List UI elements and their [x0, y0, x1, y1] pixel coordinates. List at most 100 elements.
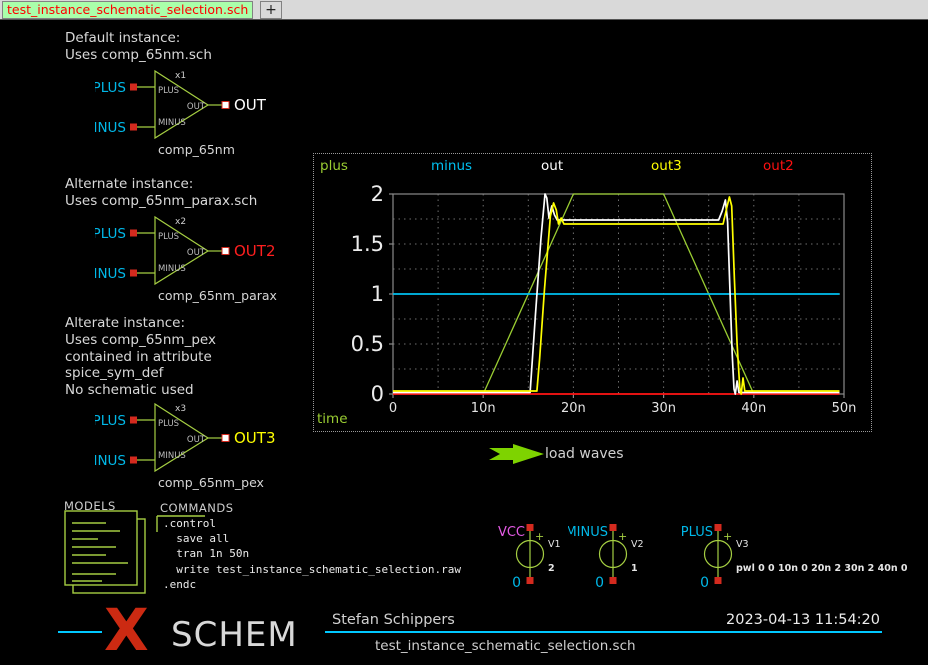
vsource-v3[interactable]: + PLUS V3 pwl 0 0 10n 0 20n 2 30n 2 40n 0 0: [673, 520, 923, 590]
pin-name-plus: PLUS: [158, 419, 179, 429]
text-line: Uses comp_65nm_pex: [65, 332, 216, 349]
xschem-window: test_instance_schematic_selection.sch + …: [0, 0, 928, 665]
instance-1-title: Default instance:Uses comp_65nm.sch: [65, 30, 212, 64]
source-ref: V2: [631, 539, 644, 550]
gnd-pin: [527, 577, 534, 584]
legend-item-out2[interactable]: out2: [763, 158, 794, 174]
y-tick-label: 1.5: [351, 232, 384, 256]
gnd-pin: [610, 577, 617, 584]
minus-pin: [130, 124, 137, 131]
source-net-label: MINUS: [568, 525, 608, 540]
x-tick-label: 10n: [471, 401, 496, 416]
y-tick-label: 0.5: [351, 332, 384, 356]
top-pin: [715, 524, 722, 531]
text-line: Default instance:: [65, 30, 212, 47]
plus-pin: [130, 230, 137, 237]
new-tab-button[interactable]: +: [260, 1, 282, 19]
tab-bar: test_instance_schematic_selection.sch +: [0, 0, 928, 20]
source-ref: V1: [548, 539, 561, 550]
symbol-name: comp_65nm_parax: [158, 288, 277, 303]
pin-name-out: OUT: [187, 102, 206, 112]
load-waves-launcher[interactable]: load waves: [545, 446, 624, 462]
symbol-name: comp_65nm_pex: [158, 475, 264, 490]
instance-ref: x1: [175, 71, 186, 81]
source-net-label: PLUS: [681, 525, 713, 540]
plus-sign: +: [535, 530, 544, 543]
net-label-plus: PLUS: [95, 80, 126, 96]
out-pin: [222, 102, 229, 109]
text-line: Alterate instance:: [65, 315, 216, 332]
minus-pin: [130, 270, 137, 277]
arrow-head: [513, 444, 544, 464]
tab-current-schematic[interactable]: test_instance_schematic_selection.sch: [2, 1, 253, 19]
out-pin: [222, 248, 229, 255]
author-name: Stefan Schippers: [332, 612, 455, 628]
instance-ref: x3: [175, 404, 186, 414]
net-label-out: OUT2: [234, 242, 276, 260]
titleblock-underline: [325, 631, 882, 633]
y-tick-label: 2: [371, 182, 384, 206]
net-label-plus: PLUS: [95, 413, 126, 429]
xschem-logo-x: X: [104, 601, 149, 659]
text-line: spice_sym_def: [65, 365, 216, 382]
net-label-minus: MINUS: [95, 453, 126, 469]
xschem-logo-text: SCHEM: [171, 618, 298, 652]
pin-name-plus: PLUS: [158, 86, 179, 96]
plus-sign: +: [618, 530, 627, 543]
source-value: 2: [548, 563, 555, 574]
launcher-arrow-icon[interactable]: [487, 444, 545, 464]
gnd-label: 0: [512, 575, 521, 590]
x-tick-label: 40n: [741, 401, 766, 416]
legend-item-plus[interactable]: plus: [320, 158, 348, 174]
top-pin: [610, 524, 617, 531]
pin-name-out: OUT: [187, 248, 206, 258]
y-tick-label: 1: [371, 282, 384, 306]
instance-3-title: Alterate instance:Uses comp_65nm_pexcont…: [65, 315, 216, 399]
source-ref: V3: [736, 539, 749, 550]
net-label-minus: MINUS: [95, 120, 126, 136]
opamp-symbol-x1[interactable]: PLUSMINUSx1PLUSMINUSOUTOUTcomp_65nm: [95, 62, 305, 157]
minus-pin: [130, 457, 137, 464]
text-line: Alternate instance:: [65, 176, 257, 193]
x-tick-label: 30n: [651, 401, 676, 416]
source-net-label: VCC: [498, 525, 525, 540]
symbol-name: comp_65nm: [158, 142, 235, 157]
legend-item-minus[interactable]: minus: [431, 158, 472, 174]
opamp-symbol-x2[interactable]: PLUSMINUSx2PLUSMINUSOUTOUT2comp_65nm_par…: [95, 208, 305, 303]
source-value: 1: [631, 563, 638, 574]
pin-name-plus: PLUS: [158, 232, 179, 242]
plus-sign: +: [723, 530, 732, 543]
x-tick-label: 20n: [561, 401, 586, 416]
source-value: pwl 0 0 10n 0 20n 2 30n 2 40n 0: [736, 563, 908, 574]
waveform-graph[interactable]: 0 10n 20n 30n 40n 50n 0 0.5 1 1.5 2 plus minus out ou…: [313, 153, 872, 432]
instance-ref: x2: [175, 217, 186, 227]
pin-name-out: OUT: [187, 435, 206, 445]
out-pin: [222, 435, 229, 442]
instance-2-title: Alternate instance:Uses comp_65nm_parax.…: [65, 176, 257, 210]
gnd-pin: [715, 577, 722, 584]
plus-pin: [130, 84, 137, 91]
spice-commands-text[interactable]: .control save all tran 1n 50n write test…: [163, 516, 461, 592]
x-tick-label: 50n: [832, 401, 857, 416]
net-label-minus: MINUS: [95, 266, 126, 282]
pin-name-minus: MINUS: [158, 264, 186, 274]
opamp-symbol-x3[interactable]: PLUSMINUSx3PLUSMINUSOUTOUT3comp_65nm_pex: [95, 395, 305, 490]
pin-name-minus: MINUS: [158, 451, 186, 461]
legend-item-out3[interactable]: out3: [651, 158, 682, 174]
text-line: contained in attribute: [65, 349, 216, 366]
models-documents-icon[interactable]: [60, 510, 155, 600]
schematic-filename: test_instance_schematic_selection.sch: [375, 638, 636, 654]
gnd-label: 0: [700, 575, 709, 590]
plus-pin: [130, 417, 137, 424]
titleblock-left-line: [58, 631, 102, 633]
net-label-out: OUT3: [234, 429, 276, 447]
y-tick-label: 0: [371, 382, 384, 406]
series-out3: [393, 197, 840, 394]
legend-item-out[interactable]: out: [541, 158, 563, 174]
x-tick-label: 0: [389, 401, 397, 416]
net-label-out: OUT: [234, 96, 267, 114]
pin-name-minus: MINUS: [158, 118, 186, 128]
x-axis-title: time: [317, 411, 348, 427]
net-label-plus: PLUS: [95, 226, 126, 242]
waveform-plot: 0 10n 20n 30n 40n 50n 0 0.5 1 1.5 2: [314, 154, 871, 431]
